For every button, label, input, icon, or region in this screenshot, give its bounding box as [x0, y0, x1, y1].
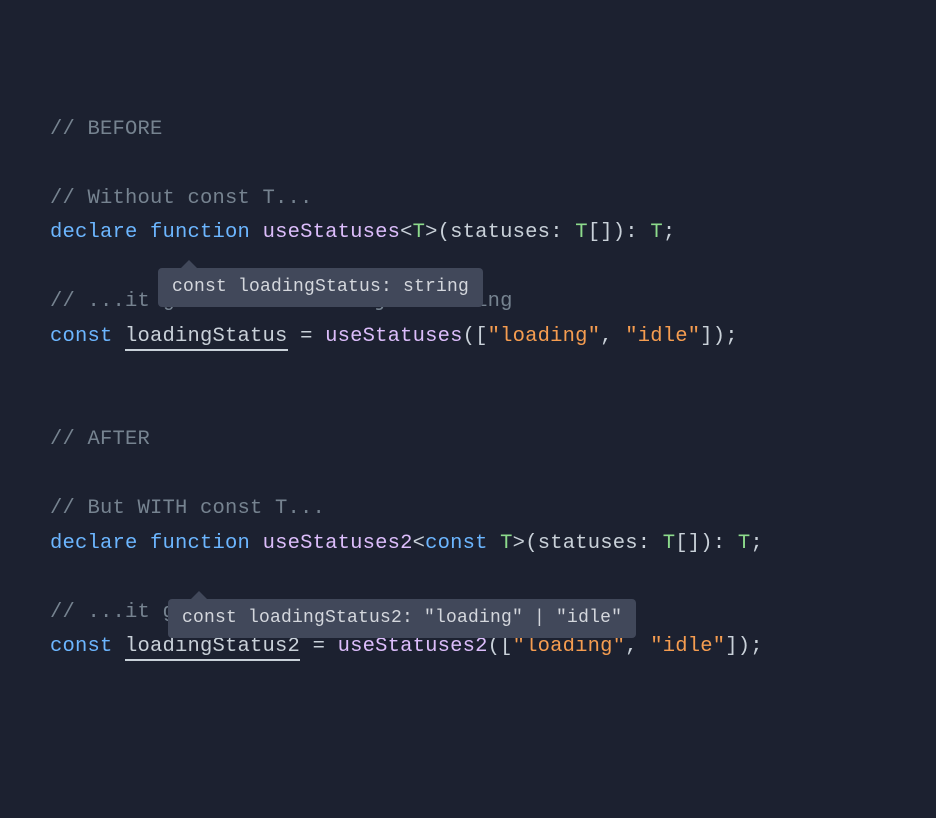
string-idle-1: "idle": [625, 325, 700, 348]
comment-with-const: // But WITH const T...: [50, 497, 325, 520]
comment-after: // AFTER: [50, 428, 150, 451]
function-name-2: useStatuses2: [263, 532, 413, 555]
call-use-statuses: useStatuses: [325, 325, 463, 348]
type-tooltip-2: const loadingStatus2: "loading" | "idle": [168, 599, 636, 638]
string-idle-2: "idle": [650, 635, 725, 658]
type-tooltip-1: const loadingStatus: string: [158, 268, 483, 307]
call-use-statuses-2: useStatuses2: [338, 635, 488, 658]
string-loading-2: "loading": [513, 635, 626, 658]
keyword-declare: declare: [50, 221, 138, 244]
comment-without: // Without const T...: [50, 187, 313, 210]
type-param-t: T: [413, 221, 426, 244]
function-name-1: useStatuses: [263, 221, 401, 244]
string-loading-1: "loading": [488, 325, 601, 348]
code-editor: // BEFORE // Without const T... declare …: [0, 0, 936, 818]
variable-loading-status[interactable]: loadingStatus: [125, 325, 288, 351]
keyword-const-type: const: [425, 532, 488, 555]
keyword-function: function: [150, 221, 250, 244]
param-statuses: statuses: [450, 221, 550, 244]
keyword-const-1: const: [50, 325, 113, 348]
comment-before: // BEFORE: [50, 118, 163, 141]
variable-loading-status-2[interactable]: loadingStatus2: [125, 635, 300, 661]
